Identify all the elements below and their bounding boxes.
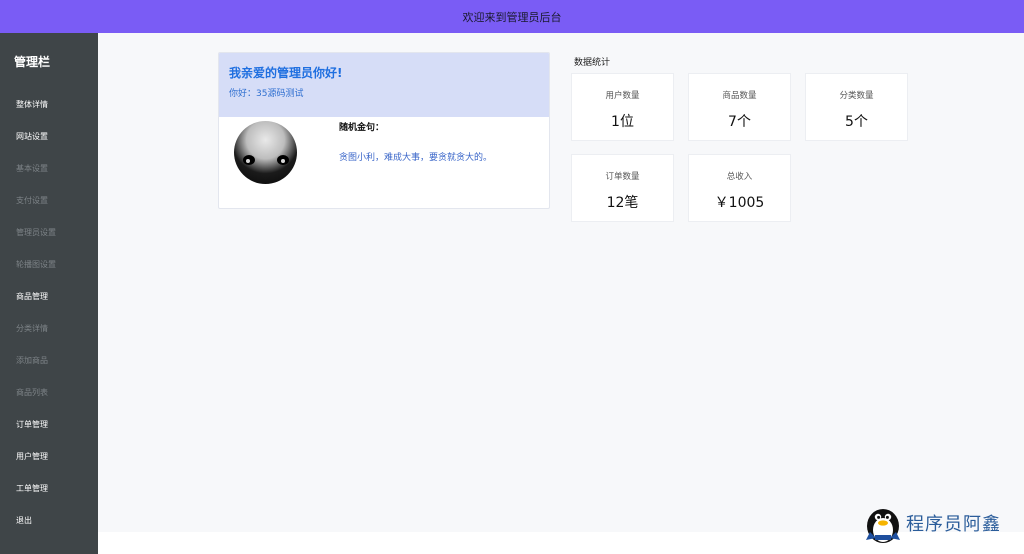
admin-avatar <box>234 121 297 184</box>
stat-value: ￥1005 <box>714 195 765 211</box>
stat-value: 12笔 <box>606 195 639 211</box>
stat-card-products: 商品数量 7个 <box>688 73 791 141</box>
greeting-subtitle: 你好：35源码测试 <box>229 89 304 99</box>
stat-label: 用户数量 <box>605 91 640 101</box>
stat-label: 订单数量 <box>605 172 640 182</box>
sidebar-item-add-product[interactable]: 添加商品 <box>16 355 48 366</box>
stat-value: 5个 <box>845 114 868 130</box>
sidebar-item-logout[interactable]: 退出 <box>16 515 32 526</box>
sidebar: 管理栏 整体详情 网站设置 基本设置 支付设置 管理员设置 轮播图设置 商品管理… <box>0 33 98 554</box>
stat-card-orders: 订单数量 12笔 <box>571 154 674 222</box>
stat-card-users: 用户数量 1位 <box>571 73 674 141</box>
stats-title: 数据统计 <box>574 58 611 68</box>
stat-card-categories: 分类数量 5个 <box>805 73 908 141</box>
sidebar-item-admin-settings[interactable]: 管理员设置 <box>16 227 56 238</box>
greeting-card: 我亲爱的管理员你好! 你好：35源码测试 随机金句： 贪图小利，难成大事，要贪就… <box>218 52 550 209</box>
sidebar-item-product-management[interactable]: 商品管理 <box>16 291 48 302</box>
stat-value: 1位 <box>611 114 634 130</box>
stat-label: 总收入 <box>726 172 753 182</box>
sidebar-item-carousel-settings[interactable]: 轮播图设置 <box>16 259 56 270</box>
watermark: 程序员阿鑫 <box>862 502 1022 546</box>
stat-label: 商品数量 <box>722 91 757 101</box>
sidebar-item-basic-settings[interactable]: 基本设置 <box>16 163 48 174</box>
sidebar-item-payment-settings[interactable]: 支付设置 <box>16 195 48 206</box>
quote-text: 贪图小利，难成大事，要贪就贪大的。 <box>339 153 493 163</box>
sidebar-item-ticket-management[interactable]: 工单管理 <box>16 483 48 494</box>
stat-value: 7个 <box>728 114 751 130</box>
sidebar-item-product-list[interactable]: 商品列表 <box>16 387 48 398</box>
sidebar-item-order-management[interactable]: 订单管理 <box>16 419 48 430</box>
stat-label: 分类数量 <box>839 91 874 101</box>
sidebar-item-site-settings[interactable]: 网站设置 <box>16 131 48 142</box>
sidebar-item-category-details[interactable]: 分类详情 <box>16 323 48 334</box>
watermark-text: 程序员阿鑫 <box>906 514 1001 535</box>
top-header: 欢迎来到管理员后台 <box>0 0 1024 33</box>
quote-label: 随机金句： <box>339 123 385 133</box>
sidebar-item-overview[interactable]: 整体详情 <box>16 99 48 110</box>
penguin-icon <box>866 509 900 543</box>
sidebar-item-user-management[interactable]: 用户管理 <box>16 451 48 462</box>
greeting-title: 我亲爱的管理员你好! <box>229 66 343 80</box>
sidebar-title: 管理栏 <box>14 55 51 69</box>
stat-card-revenue: 总收入 ￥1005 <box>688 154 791 222</box>
greeting-header: 我亲爱的管理员你好! 你好：35源码测试 <box>219 53 549 117</box>
header-title: 欢迎来到管理员后台 <box>462 10 562 24</box>
